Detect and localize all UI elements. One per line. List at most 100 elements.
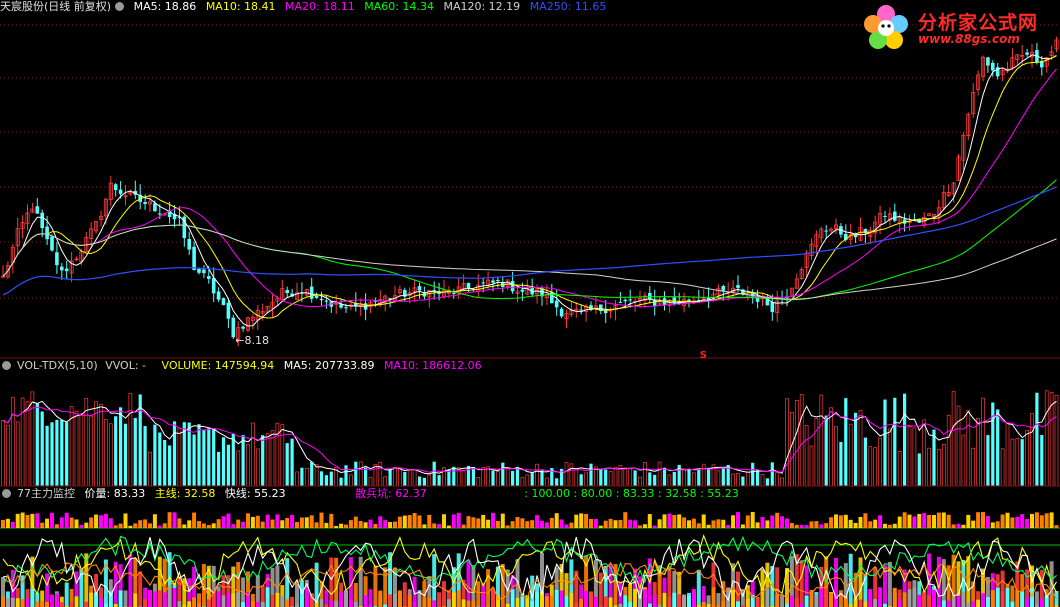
indicator-bar xyxy=(593,596,598,607)
ma60-line xyxy=(2,179,1057,301)
indicator-bar xyxy=(393,593,397,607)
indicator-top-block xyxy=(236,519,241,528)
indicator-bar xyxy=(236,591,241,607)
volume-bar xyxy=(192,434,196,486)
indicator-top-block xyxy=(148,523,152,528)
indicator-bar xyxy=(1039,598,1044,607)
indicator-bar xyxy=(407,594,412,607)
volume-bar xyxy=(285,443,289,486)
indicator-bar xyxy=(54,593,59,607)
indicator-bar xyxy=(912,587,917,607)
candle-body xyxy=(50,236,54,251)
indicator-bar xyxy=(69,601,74,607)
volume-bar xyxy=(74,410,79,487)
settings-circle-icon[interactable] xyxy=(2,361,11,370)
candle-body xyxy=(893,211,897,221)
indicator-bar xyxy=(456,590,461,607)
indicator-top-block xyxy=(696,523,701,528)
indicator-top-block xyxy=(863,513,868,528)
chart-canvas[interactable]: ←8.18 S xyxy=(0,0,1060,607)
indicator-bar xyxy=(1020,591,1025,607)
volume-bar xyxy=(354,461,358,486)
indicator-bar xyxy=(329,600,334,607)
volume-bar xyxy=(197,424,201,486)
indicator-bar xyxy=(427,597,432,607)
indicator-bar xyxy=(143,599,148,607)
indicator-bar xyxy=(241,602,246,607)
indicator-top-block xyxy=(564,524,569,528)
volume-bar xyxy=(1000,448,1005,487)
indicator-top-block xyxy=(128,525,133,528)
indicator-bar xyxy=(50,594,54,607)
indicator-bar xyxy=(603,596,608,607)
volume-bar xyxy=(741,476,745,486)
volume-bar xyxy=(829,407,833,487)
volume-bar xyxy=(6,424,10,487)
candle-body xyxy=(1025,52,1029,55)
settings-circle-icon[interactable] xyxy=(2,489,11,498)
indicator-bar xyxy=(907,589,912,607)
indicator-bar xyxy=(780,594,785,607)
stock-title: 天宸股份(日线 前复权) xyxy=(0,0,112,13)
volume-bar xyxy=(295,471,299,487)
candle-body xyxy=(216,291,221,300)
volume-bar xyxy=(716,470,721,487)
volume-panel-header: VOL-TDX(5,10) VVOL: - VOLUME: 147594.94 … xyxy=(0,359,488,373)
volume-bar xyxy=(246,444,250,487)
volume-bar xyxy=(261,435,265,486)
indicator-top-block xyxy=(84,522,89,528)
indicator-bar xyxy=(206,599,211,607)
volume-bar xyxy=(589,463,593,486)
indicator-bar xyxy=(167,587,172,607)
indicator-bar xyxy=(319,599,324,607)
settings-circle-icon[interactable] xyxy=(115,2,125,11)
indicator-top-block xyxy=(250,516,255,528)
volume-bar xyxy=(701,463,706,487)
candle-body xyxy=(40,212,44,229)
indicator-top-block xyxy=(932,515,936,528)
indicator-bar xyxy=(574,602,579,607)
indicator-top-block xyxy=(500,513,505,528)
volume-bar xyxy=(966,409,971,487)
volume-bar xyxy=(555,478,559,486)
candle-body xyxy=(60,266,64,271)
indicator-top-block xyxy=(848,519,853,528)
indicator-bar xyxy=(932,589,936,607)
volume-bar xyxy=(114,416,118,486)
indicator-top-block xyxy=(348,520,353,528)
vvol-readout: VVOL: - xyxy=(105,359,147,372)
volume-bar xyxy=(790,411,794,487)
candle-body xyxy=(35,206,40,214)
volume-bar xyxy=(662,468,667,486)
volume-bar xyxy=(388,469,392,486)
candle-body xyxy=(226,302,231,319)
indicator-bar xyxy=(30,588,35,607)
candle-body xyxy=(143,202,147,204)
vol-indicator-name: VOL-TDX(5,10) xyxy=(17,359,98,372)
indicator-top-block xyxy=(471,517,476,528)
indicator-bar xyxy=(1049,595,1054,607)
ma120-readout: MA120: 12.19 xyxy=(443,0,521,13)
volume-bar xyxy=(868,446,873,487)
indicator-top-block xyxy=(1020,514,1025,528)
indicator-top-block xyxy=(956,523,961,528)
indicator-top-block xyxy=(505,525,510,528)
volume-bar xyxy=(1015,438,1020,487)
volume-bar xyxy=(133,417,137,486)
ma60-readout: MA60: 14.34 xyxy=(364,0,434,13)
candle-body xyxy=(986,57,990,66)
indicator-top-block xyxy=(1025,518,1030,528)
volume-bar xyxy=(461,469,466,487)
indicator-top-block xyxy=(785,518,789,528)
volume-bar xyxy=(378,461,383,487)
indicator-top-block xyxy=(402,515,407,528)
indicator-top-block xyxy=(549,517,554,528)
volume-bar xyxy=(946,414,951,487)
indicator-bar xyxy=(123,590,128,607)
indicator-bar xyxy=(951,596,956,607)
indicator-top-block xyxy=(79,524,84,528)
indicator-top-block xyxy=(427,514,432,528)
volume-bar xyxy=(1025,429,1029,487)
indicator-top-block xyxy=(858,516,863,528)
volume-bar xyxy=(731,473,735,487)
